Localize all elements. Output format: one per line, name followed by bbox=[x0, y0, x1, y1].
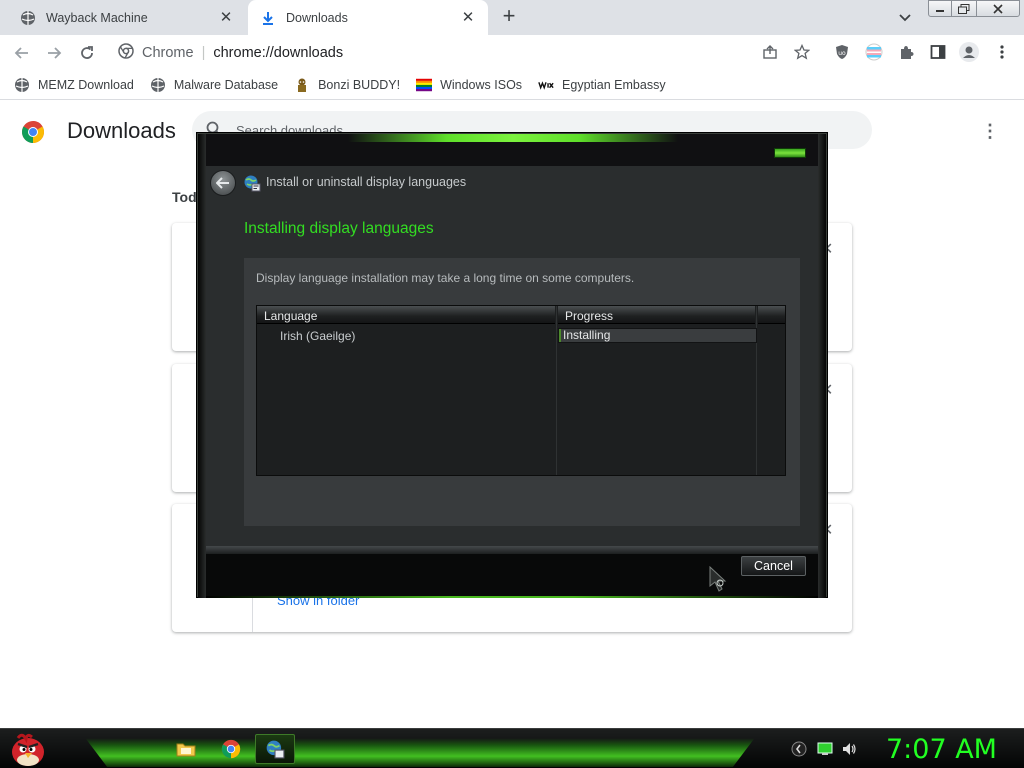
bookmark-egyptian-embassy[interactable]: Egyptian Embassy bbox=[538, 77, 666, 93]
chrome-logo-icon bbox=[21, 120, 45, 144]
footer-separator bbox=[206, 546, 818, 554]
window-minimize-button[interactable] bbox=[928, 0, 952, 17]
tab-wayback-machine[interactable]: Wayback Machine ✕ bbox=[8, 0, 246, 35]
share-icon[interactable] bbox=[760, 42, 780, 62]
close-tab-icon[interactable]: ✕ bbox=[460, 9, 476, 26]
bookmark-label: Egyptian Embassy bbox=[562, 77, 666, 92]
tray-notification-icon[interactable] bbox=[791, 741, 807, 757]
tray-volume-icon[interactable] bbox=[841, 741, 857, 757]
window-maximize-button[interactable] bbox=[951, 0, 977, 17]
folder-icon bbox=[176, 743, 196, 757]
date-section-label: Tod bbox=[172, 189, 197, 205]
site-label: Chrome bbox=[142, 45, 194, 61]
language-name-cell[interactable]: Irish (Gaeilge) bbox=[280, 329, 355, 343]
languages-list-view[interactable]: Language Progress Irish (Gaeilge) Instal… bbox=[256, 305, 786, 476]
flag-extension-icon[interactable] bbox=[864, 42, 884, 62]
display-languages-dialog: Install or uninstall display languages I… bbox=[197, 133, 827, 598]
back-arrow-icon[interactable] bbox=[210, 170, 236, 196]
bookmark-star-icon[interactable] bbox=[792, 42, 812, 62]
chrome-site-icon bbox=[118, 43, 134, 63]
ublock-origin-icon[interactable]: uo bbox=[832, 42, 852, 62]
close-tab-icon[interactable]: ✕ bbox=[218, 9, 234, 26]
reload-icon[interactable] bbox=[76, 42, 98, 64]
bookmark-label: Windows ISOs bbox=[440, 77, 523, 92]
bonzi-icon bbox=[294, 77, 310, 93]
title-bar-glow bbox=[348, 134, 678, 142]
globe-icon bbox=[20, 10, 36, 26]
column-header-language[interactable]: Language bbox=[257, 306, 555, 324]
back-arrow-icon[interactable] bbox=[11, 42, 33, 64]
wix-icon bbox=[538, 77, 554, 93]
taskbar: 7:07 AM bbox=[0, 728, 1024, 768]
content-panel: Display language installation may take a… bbox=[244, 258, 800, 526]
bookmark-label: Bonzi BUDDY! bbox=[318, 77, 401, 92]
forward-arrow-icon[interactable] bbox=[43, 42, 65, 64]
description-text: Display language installation may take a… bbox=[256, 271, 635, 285]
language-globe-icon bbox=[243, 174, 261, 192]
column-header-spacer bbox=[758, 306, 785, 324]
taskbar-chrome[interactable] bbox=[211, 734, 251, 764]
extensions-puzzle-icon[interactable] bbox=[896, 42, 916, 62]
tab-label: Downloads bbox=[286, 10, 348, 25]
browser-toolbar: Chrome | chrome://downloads uo bbox=[0, 35, 1024, 70]
taskbar-language-installer[interactable] bbox=[255, 734, 295, 764]
globe-icon bbox=[150, 77, 166, 93]
screen: Wayback Machine ✕ Downloads ✕ + Chrome |… bbox=[0, 0, 1024, 768]
download-icon bbox=[260, 10, 276, 26]
bookmark-windows-isos[interactable]: Windows ISOs bbox=[416, 77, 522, 93]
tab-search-icon[interactable] bbox=[896, 8, 914, 26]
taskbar-clock[interactable]: 7:07 AM bbox=[886, 734, 997, 765]
dialog-body: Installing display languages Display lan… bbox=[206, 206, 818, 546]
footer-glow bbox=[206, 596, 818, 598]
rainbow-flag-icon bbox=[416, 77, 433, 93]
bookmark-bonzi-buddy[interactable]: Bonzi BUDDY! bbox=[294, 77, 400, 93]
bookmarks-bar: MEMZ Download Malware Database Bonzi BUD… bbox=[0, 70, 1024, 100]
taskbar-file-explorer[interactable] bbox=[166, 734, 206, 764]
page-title: Downloads bbox=[67, 118, 176, 143]
profile-avatar-icon[interactable] bbox=[959, 42, 979, 62]
tab-strip: Wayback Machine ✕ Downloads ✕ + bbox=[0, 0, 1024, 35]
omnibox-separator: | bbox=[201, 45, 206, 61]
tab-downloads[interactable]: Downloads ✕ bbox=[248, 0, 488, 35]
cancel-button[interactable]: Cancel bbox=[741, 556, 806, 576]
dialog-title: Install or uninstall display languages bbox=[266, 175, 467, 189]
more-actions-icon[interactable]: ⋮ bbox=[980, 121, 1000, 141]
new-tab-button[interactable]: + bbox=[498, 5, 520, 28]
column-header-progress[interactable]: Progress bbox=[558, 306, 755, 324]
window-close-button[interactable] bbox=[976, 0, 1020, 17]
bookmark-label: Malware Database bbox=[173, 77, 279, 92]
bookmark-memz-download[interactable]: MEMZ Download bbox=[14, 77, 134, 93]
dialog-heading: Installing display languages bbox=[244, 220, 434, 237]
url-text: chrome://downloads bbox=[213, 45, 344, 61]
address-bar[interactable]: Chrome | chrome://downloads bbox=[108, 39, 822, 67]
dialog-frame bbox=[818, 134, 826, 598]
start-button-angry-bird-icon[interactable] bbox=[8, 730, 48, 768]
progress-fill bbox=[559, 329, 561, 342]
bookmark-label: MEMZ Download bbox=[38, 77, 134, 92]
chrome-menu-icon[interactable] bbox=[992, 42, 1012, 62]
bookmark-malware-database[interactable]: Malware Database bbox=[150, 77, 278, 93]
progress-status-text: Installing bbox=[563, 328, 611, 342]
tab-label: Wayback Machine bbox=[46, 10, 148, 25]
chrome-icon bbox=[221, 739, 241, 759]
side-panel-icon[interactable] bbox=[928, 42, 948, 62]
mouse-cursor-icon bbox=[709, 565, 731, 592]
dialog-close-button[interactable] bbox=[774, 148, 806, 158]
install-progress-bar: Installing bbox=[558, 328, 757, 343]
globe-icon bbox=[14, 77, 30, 93]
dialog-header: Install or uninstall display languages bbox=[206, 166, 818, 206]
tray-network-icon[interactable] bbox=[817, 741, 833, 757]
dialog-frame bbox=[198, 134, 206, 598]
svg-text:uo: uo bbox=[838, 50, 846, 57]
language-globe-icon bbox=[266, 740, 285, 759]
